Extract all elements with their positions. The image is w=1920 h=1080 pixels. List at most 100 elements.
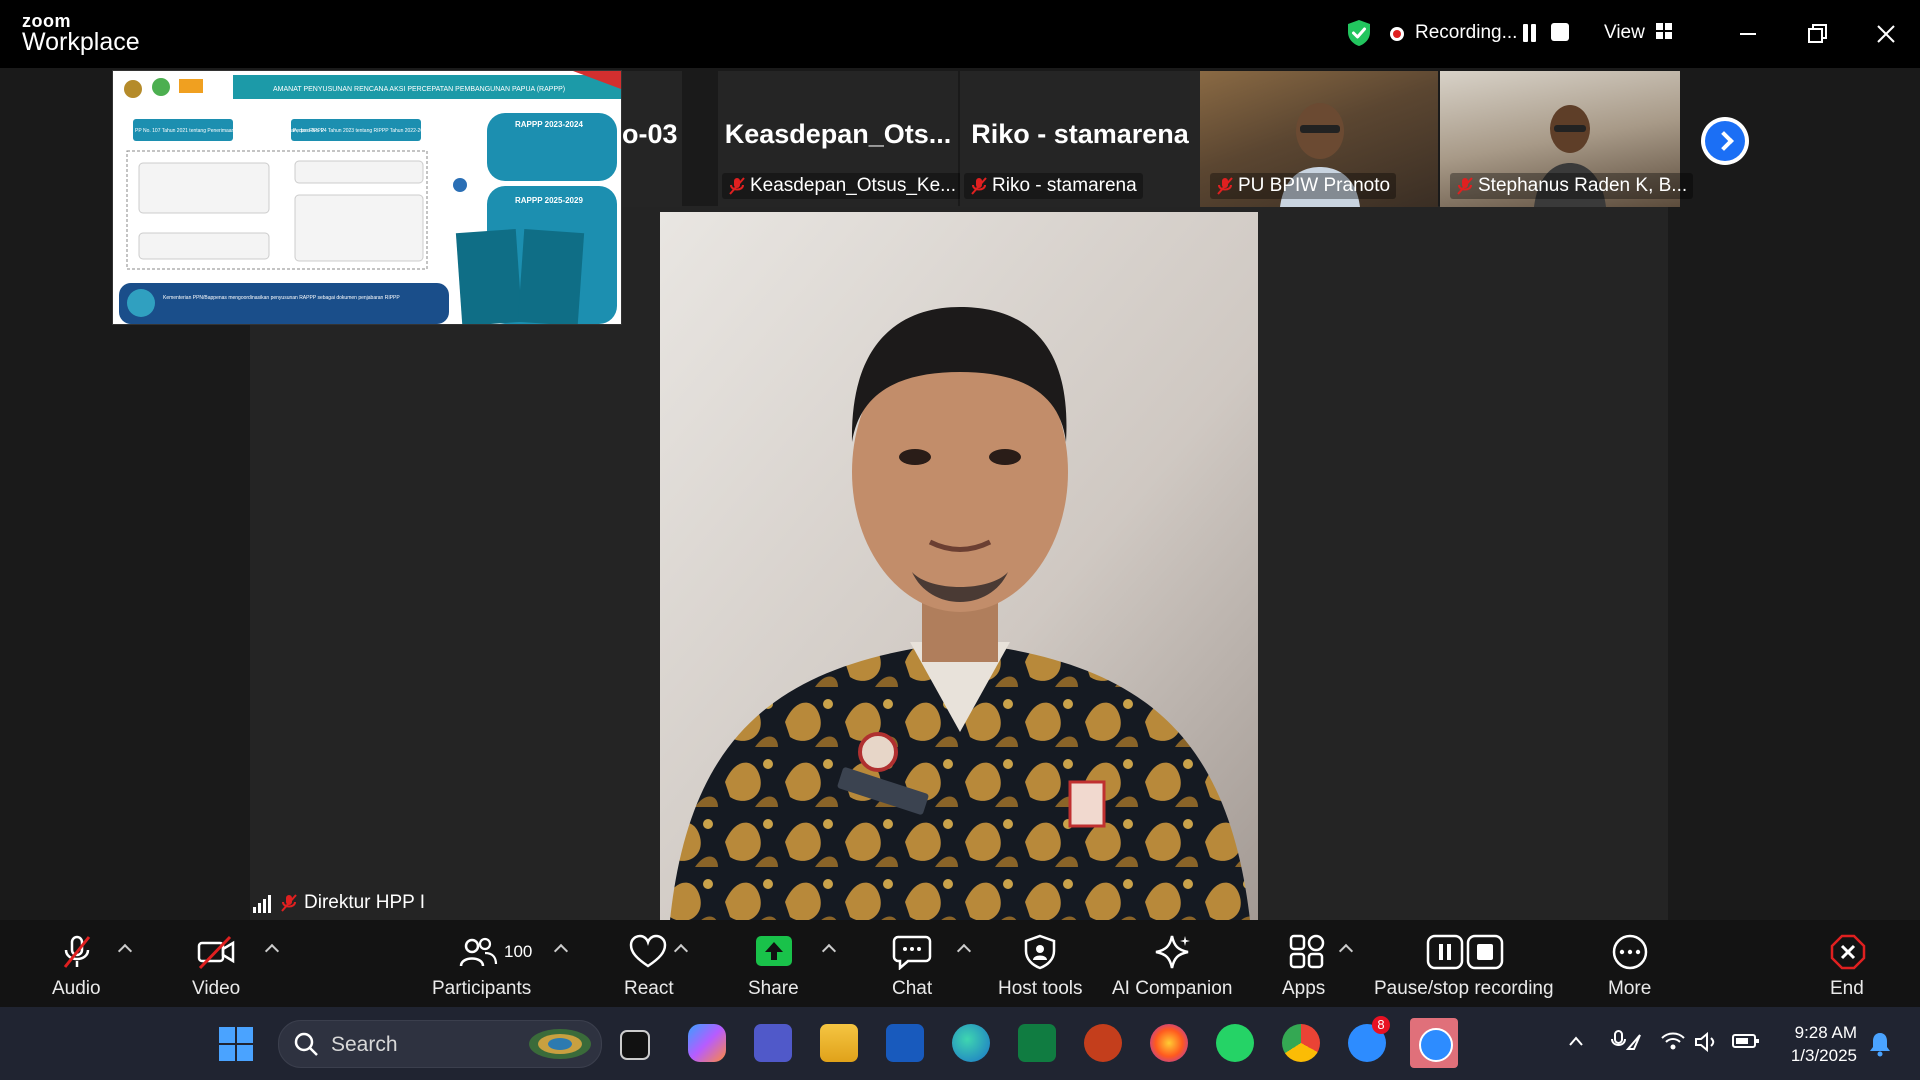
zoom-notification-badge: 8 (1372, 1016, 1390, 1034)
share-label: Share (748, 978, 799, 999)
whatsapp-icon[interactable] (1216, 1024, 1254, 1062)
shared-screen-thumbnail[interactable]: AMANAT PENYUSUNAN RENCANA AKSI PERCEPATA… (112, 70, 622, 325)
chat-options-caret-icon[interactable] (956, 943, 972, 959)
muted-mic-icon (971, 177, 987, 195)
participants-options-caret-icon[interactable] (553, 943, 569, 959)
participant-big-label: Keasdepan_Ots... (724, 119, 952, 149)
participant-tile[interactable]: o-03 (622, 71, 682, 207)
participants-button[interactable]: 100 Participants (430, 920, 540, 1007)
more-label: More (1608, 978, 1652, 999)
muted-mic-icon (729, 177, 745, 195)
volume-icon[interactable] (1694, 1031, 1720, 1053)
chat-button[interactable]: Chat (884, 920, 940, 1007)
search-icon (294, 1032, 318, 1056)
teams-icon[interactable] (754, 1024, 792, 1062)
clock-time: 9:28 AM (1794, 1023, 1857, 1042)
zoom-icon[interactable]: 8 (1348, 1016, 1390, 1062)
host-tools-button[interactable]: Host tools (996, 920, 1084, 1007)
wifi-icon[interactable] (1660, 1031, 1686, 1051)
pause-stop-recording-button[interactable]: Pause/stop recording (1374, 920, 1556, 1007)
participants-count: 100 (504, 942, 533, 961)
video-button[interactable]: Video (186, 920, 246, 1007)
participants-label: Participants (432, 978, 532, 999)
muted-mic-icon (63, 935, 91, 968)
slide-rappp2: RAPPP 2025-2029 (515, 196, 583, 205)
end-label: End (1830, 978, 1864, 999)
shield-icon (1024, 934, 1056, 970)
participants-icon (459, 937, 498, 967)
task-view-icon[interactable] (620, 1030, 650, 1060)
pause-recording-icon[interactable] (1520, 22, 1538, 44)
participant-tile[interactable]: Riko - stamarena Riko - stamarena (960, 71, 1200, 207)
apps-label: Apps (1282, 978, 1326, 999)
slide-box2: Perpres No. 24 Tahun 2023 tentang RIPPP … (293, 128, 429, 134)
copilot-icon[interactable] (688, 1024, 726, 1062)
ai-companion-label: AI Companion (1112, 978, 1233, 999)
participant-name-tag: Keasdepan_Otsus_Ke... (722, 173, 962, 199)
participant-video-tile[interactable]: Stephanus Raden K, B... (1440, 71, 1694, 207)
microphone-location-icon[interactable] (1610, 1029, 1642, 1053)
audio-label: Audio (52, 978, 101, 999)
video-options-caret-icon[interactable] (264, 943, 280, 959)
speaker-video-frame (660, 212, 1258, 920)
end-meeting-button[interactable]: End (1828, 920, 1868, 1007)
participant-big-label: o-03 (622, 119, 678, 149)
powerpoint-icon[interactable] (1084, 1024, 1122, 1062)
next-page-chevron-icon[interactable] (1701, 117, 1749, 165)
slide-graphic: AMANAT PENYUSUNAN RENCANA AKSI PERCEPATA… (113, 71, 621, 324)
encryption-shield-icon[interactable] (1344, 18, 1374, 48)
audio-options-caret-icon[interactable] (117, 943, 133, 959)
active-speaker-video[interactable] (660, 212, 1258, 920)
apps-options-caret-icon[interactable] (1338, 943, 1354, 959)
participant-video-tile[interactable]: PU BPIW Pranoto (1200, 71, 1438, 207)
more-button[interactable]: More (1604, 920, 1656, 1007)
share-options-caret-icon[interactable] (821, 943, 837, 959)
muted-mic-icon (1217, 177, 1233, 195)
muted-mic-icon (1457, 177, 1473, 195)
pause-stop-icon (1426, 934, 1504, 970)
slide-header: AMANAT PENYUSUNAN RENCANA AKSI PERCEPATA… (273, 86, 565, 93)
zoom-meeting-active-icon[interactable] (1410, 1018, 1458, 1068)
participant-name-tag: PU BPIW Pranoto (1210, 173, 1397, 199)
participant-big-label: Riko - stamarena (971, 119, 1189, 149)
zoom-workplace-logo: zoom Workplace (22, 12, 140, 55)
firefox-icon[interactable] (1150, 1024, 1188, 1062)
excel-icon[interactable] (1018, 1024, 1056, 1062)
ai-companion-button[interactable]: AI Companion (1112, 920, 1232, 1007)
apps-button[interactable]: Apps (1282, 920, 1332, 1007)
notification-bell-icon[interactable] (1868, 1031, 1892, 1057)
word-icon[interactable] (886, 1024, 924, 1062)
video-label: Video (192, 978, 241, 999)
heart-icon (629, 934, 667, 968)
more-dots-icon (1612, 934, 1648, 970)
participant-name-tag: Stephanus Raden K, B... (1450, 173, 1694, 199)
battery-icon[interactable] (1732, 1033, 1760, 1049)
speaker-name: Direktur HPP I (304, 892, 426, 913)
restore-icon[interactable] (1797, 14, 1837, 54)
windows-taskbar: Search 8 9:28 AM 1/3/2025 (0, 1007, 1920, 1080)
show-hidden-icons-chevron-icon[interactable] (1568, 1035, 1584, 1047)
grid-view-icon[interactable] (1655, 22, 1673, 40)
react-button[interactable]: React (618, 920, 678, 1007)
edge-icon[interactable] (952, 1024, 990, 1062)
audio-button[interactable]: Audio (44, 920, 110, 1007)
slide-rappp1: RAPPP 2023-2024 (515, 120, 583, 129)
search-placeholder: Search (331, 1033, 398, 1056)
taskbar-search-box[interactable]: Search (278, 1020, 602, 1068)
participant-tile[interactable]: Keasdepan_Ots... Keasdepan_Otsus_Ke... (718, 71, 962, 207)
file-explorer-icon[interactable] (820, 1024, 858, 1062)
pause-stop-label: Pause/stop recording (1374, 978, 1554, 999)
chrome-icon[interactable] (1282, 1024, 1320, 1062)
participant-name: Keasdepan_Otsus_Ke... (750, 175, 956, 196)
share-button[interactable]: Share (744, 920, 804, 1007)
windows-start-icon[interactable] (218, 1026, 254, 1062)
stop-recording-icon[interactable] (1551, 23, 1569, 41)
close-icon[interactable] (1866, 14, 1906, 54)
view-button[interactable]: View (1604, 22, 1645, 44)
sparkle-icon (1155, 935, 1190, 969)
system-clock[interactable]: 9:28 AM 1/3/2025 (1772, 1021, 1857, 1067)
minimize-icon[interactable] (1728, 14, 1768, 54)
logo-line2: Workplace (22, 28, 140, 56)
chat-label: Chat (892, 978, 933, 999)
recording-status: Recording... (1415, 22, 1518, 43)
